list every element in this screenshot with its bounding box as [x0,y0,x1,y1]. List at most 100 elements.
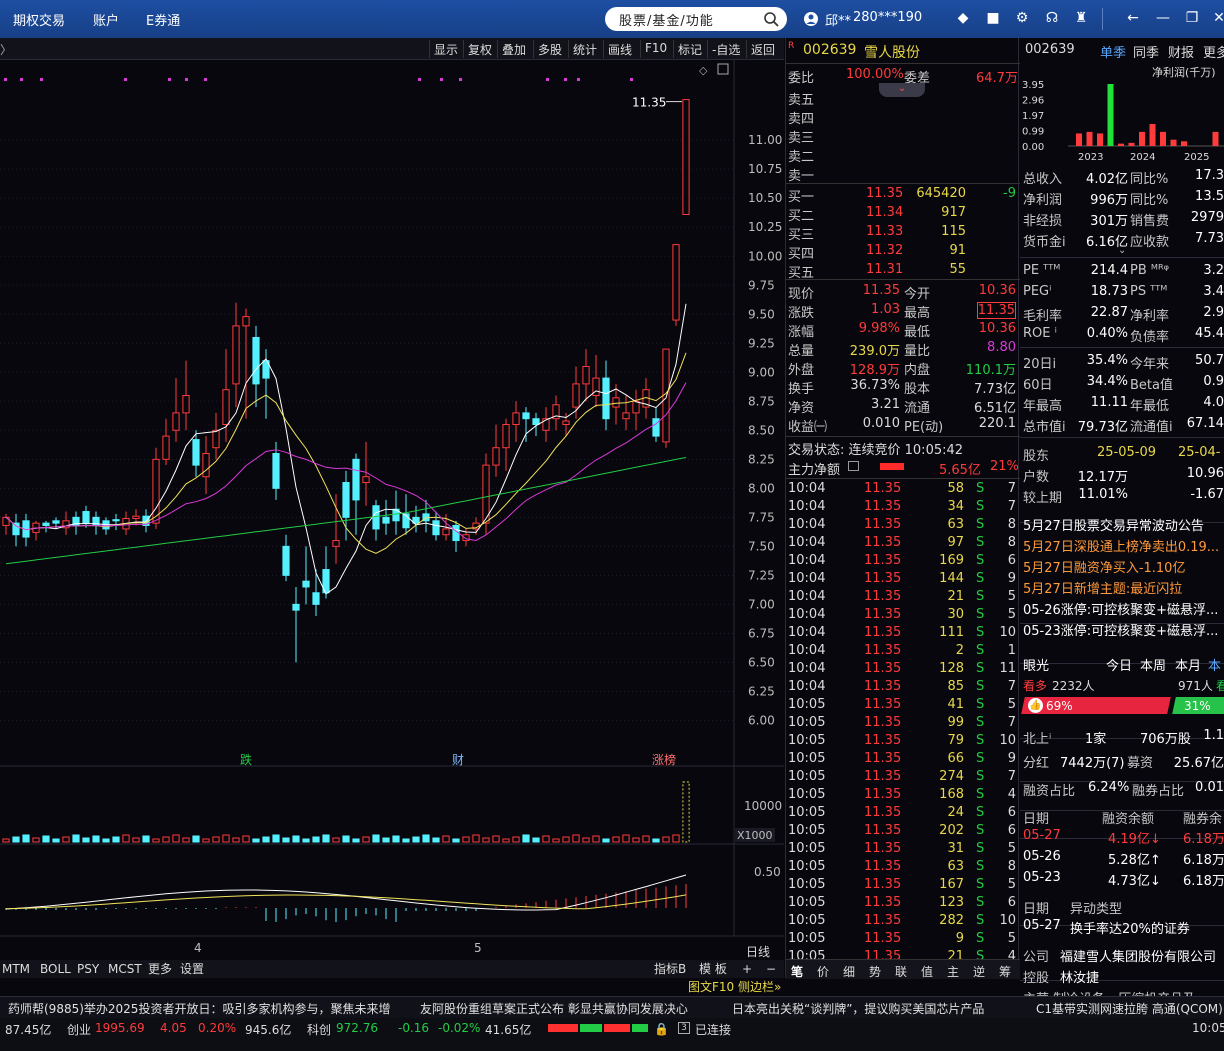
quote-tab[interactable]: 笔 [791,963,803,980]
bid-price[interactable]: 11.33 [866,224,903,239]
search-box[interactable]: 股票/基金/功能 [605,7,787,31]
candle[interactable] [272,453,280,489]
candle[interactable] [112,519,120,522]
candle[interactable] [532,418,540,426]
indicator-tab[interactable]: 更多 [148,962,172,976]
limit-up-note[interactable]: 05-26涨停:可控核聚变+磁悬浮... [1023,599,1218,618]
indicator-tab[interactable]: 设置 [180,962,204,976]
candle[interactable] [292,603,300,611]
candle[interactable] [42,522,50,526]
toolbar-btn-0[interactable]: 显示 [434,41,458,58]
candle[interactable] [202,453,210,478]
event-marker[interactable]: 涨榜 [652,752,676,767]
candle[interactable] [352,458,360,501]
search-input[interactable]: 股票/基金/功能 [619,10,714,29]
candle[interactable] [332,540,340,547]
candle[interactable] [342,482,350,518]
news-item[interactable]: 5月27日深股通上榜净卖出0.19... [1023,536,1219,555]
ticker-item[interactable]: 药师帮(9885)举办2025投资者开放日：吸引多家机构参与，聚焦未来增 [8,1000,390,1017]
candle[interactable] [232,325,240,385]
f10-tab[interactable]: 财报 [1168,42,1194,61]
news-item[interactable]: 5月27日新增主题:最近闪拉 [1023,578,1182,597]
event-marker[interactable]: 财 [452,753,464,767]
candle[interactable] [442,528,450,536]
toolbar-btn-2[interactable]: 叠加 [502,41,526,58]
candle[interactable] [222,389,230,426]
chevron-down-icon[interactable]: ⌄ [1118,245,1126,256]
candle[interactable] [492,447,500,466]
menu-account[interactable]: 账户 [93,10,119,29]
candle[interactable] [242,316,250,327]
candle[interactable] [432,520,440,536]
quote-tab[interactable]: 逆 [973,963,985,980]
expand-chevron-icon[interactable]: ⌄ [879,83,925,97]
bid-price[interactable]: 11.35 [866,186,903,201]
candle[interactable] [152,458,160,524]
fin-bar[interactable] [1118,143,1124,146]
fin-bar[interactable] [1097,133,1103,146]
toolbar-btn-6[interactable]: F10 [645,41,667,55]
candle[interactable] [162,435,170,460]
diamond-icon[interactable]: ◇ [699,64,708,77]
fin-bar[interactable] [1181,141,1187,146]
candle[interactable] [562,420,570,426]
candle[interactable] [132,515,140,519]
quote-tab[interactable]: 联 [895,963,907,980]
bid-price[interactable]: 11.32 [866,243,903,258]
yanguang-tab[interactable]: 本周 [1140,655,1166,674]
period-label[interactable]: 日线 [746,945,770,959]
limit-up-note[interactable]: 05-23涨停:可控核聚变+磁悬浮... [1023,620,1218,639]
menu-e-securities[interactable]: E券通 [146,10,180,29]
fin-bar[interactable] [1139,131,1145,146]
candle[interactable] [652,418,660,437]
chart-tool-tab[interactable]: 指标B [654,961,686,976]
event-marker[interactable]: 跌 [240,752,252,767]
ticker-item[interactable]: 友阿股份重组草案正式公布 彰显共赢协同发展决心 [420,1000,688,1017]
news-item[interactable]: 5月27日融资净买入-1.10亿 [1023,557,1185,576]
ticker-item[interactable]: 日本亮出关税“谈判牌”，提议购买美国芯片产品 [732,1000,984,1017]
cy-label[interactable]: 创业 [67,1021,91,1038]
candle[interactable] [522,412,530,420]
yanguang-tab[interactable]: 本月 [1175,655,1201,674]
candle[interactable] [302,580,310,588]
yanguang-tab[interactable]: 今日 [1106,655,1132,674]
yanguang-tab[interactable]: 本 [1208,655,1221,674]
bid-price[interactable]: 11.34 [866,205,903,220]
quote-tab[interactable]: 势 [869,963,881,980]
indicator-tab[interactable]: MTM [2,962,30,976]
collapse-chevron-icon[interactable]: 〉 [0,41,12,58]
kc-label[interactable]: 科创 [307,1021,331,1038]
fin-bar[interactable] [1128,142,1135,146]
list-icon[interactable] [848,461,859,471]
candle[interactable] [82,511,90,524]
quote-tab[interactable]: 细 [843,963,855,980]
candle[interactable] [12,522,20,536]
candle[interactable] [582,365,590,385]
toolbar-btn-3[interactable]: 多股 [538,41,562,58]
fin-bar[interactable] [1107,84,1114,146]
fin-bar[interactable] [1212,131,1219,146]
candle[interactable] [682,99,690,215]
candle[interactable] [372,505,380,530]
close-icon[interactable]: ✕ [1211,10,1224,26]
f10-tab[interactable]: 单季 [1100,42,1126,61]
candle[interactable] [192,439,200,466]
candle[interactable] [512,412,520,426]
candle[interactable] [612,397,620,408]
ticker-item[interactable]: C1基带实测网速拉胯 高通(QCOM) [1036,1000,1223,1017]
quote-tab[interactable]: 筹 [999,963,1011,980]
indicator-tab[interactable]: PSY [77,962,100,976]
back-arrow-icon[interactable]: ← [1125,10,1141,26]
f10-tab[interactable]: 同季 [1133,42,1159,61]
search-icon[interactable] [763,11,779,27]
quote-tab[interactable]: 价 [817,963,829,980]
headset-icon[interactable]: ☊ [1044,10,1060,26]
menu-options-trade[interactable]: 期权交易 [13,10,65,29]
indicator-tab[interactable]: MCST [108,962,142,976]
restore-icon[interactable]: ❐ [1184,10,1200,26]
fin-bar[interactable] [1170,139,1177,146]
chart-tool-tab[interactable]: − [766,962,776,976]
user-avatar-icon[interactable] [803,11,819,27]
toolbar-btn-1[interactable]: 复权 [468,41,492,58]
save-icon[interactable]: ■ [985,10,1001,26]
